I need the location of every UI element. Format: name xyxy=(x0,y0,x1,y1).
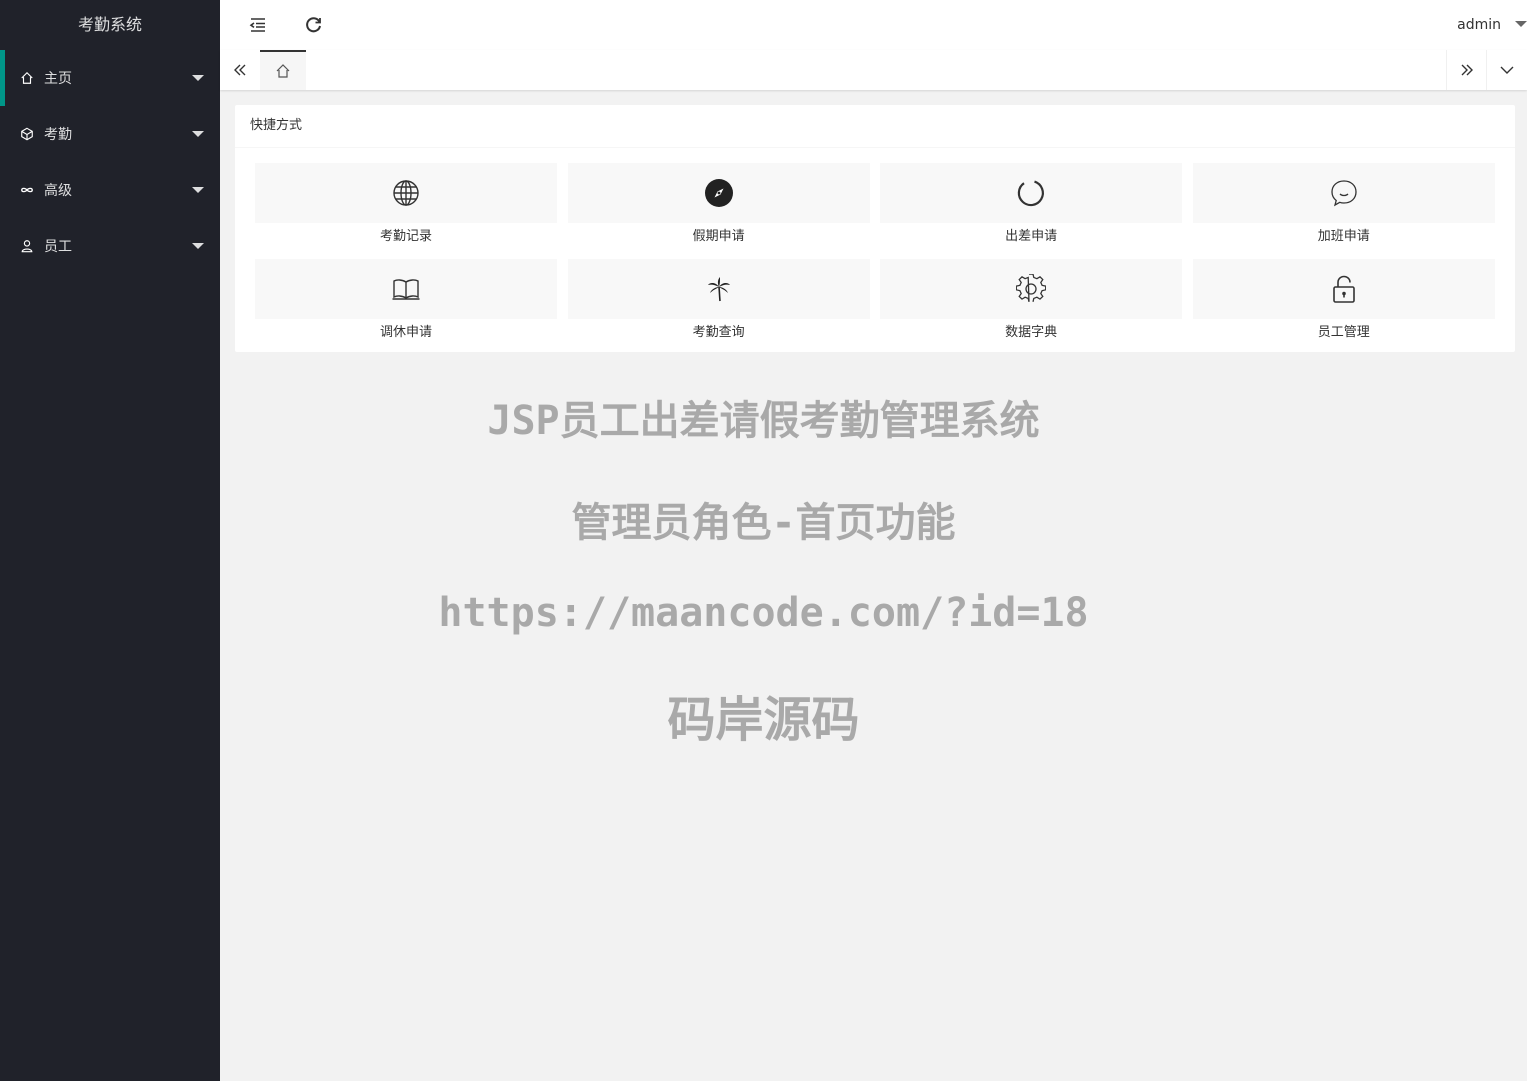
gear-icon xyxy=(1016,274,1047,302)
home-icon xyxy=(276,64,290,78)
shortcut-label: 加班申请 xyxy=(1317,229,1370,244)
home-icon xyxy=(20,71,34,85)
caret-down-icon xyxy=(192,75,204,81)
tabs-scroll-right-button[interactable] xyxy=(1446,50,1487,90)
palm-tree-icon xyxy=(707,277,730,302)
tabs-menu-button[interactable] xyxy=(1486,50,1527,90)
user-icon xyxy=(20,239,34,253)
cube-icon xyxy=(20,127,34,141)
caret-down-icon xyxy=(1515,21,1527,27)
username: admin xyxy=(1457,17,1501,33)
shortcut-attendance-query[interactable]: 考勤查询 xyxy=(567,259,870,341)
infinity-icon xyxy=(20,183,34,197)
compass-icon xyxy=(704,179,733,207)
shortcut-employee-management[interactable]: 员工管理 xyxy=(1192,259,1495,341)
loading-circle-icon xyxy=(1017,180,1045,207)
shortcuts-card: 快捷方式 考勤记录 假期申请 出差申请 加班申请 调休申请 考勤查询 数据字典 … xyxy=(235,105,1515,352)
sidebar-item-label: 主页 xyxy=(44,71,72,87)
top-header: admin xyxy=(220,0,1527,51)
chevron-down-icon xyxy=(1500,66,1514,74)
watermark-url: https://maancode.com/?id=18 xyxy=(438,590,1089,636)
shortcut-label: 考勤查询 xyxy=(692,325,745,340)
shortcut-business-trip[interactable]: 出差申请 xyxy=(880,163,1183,245)
sidebar-item-label: 高级 xyxy=(44,183,72,199)
shortcut-label: 调休申请 xyxy=(379,325,432,340)
caret-down-icon xyxy=(192,243,204,249)
collapse-sidebar-button[interactable] xyxy=(248,15,268,35)
book-icon xyxy=(392,279,420,300)
unlock-icon xyxy=(1332,275,1355,303)
tabs-scroll-left-button[interactable] xyxy=(220,50,261,90)
shortcut-label: 数据字典 xyxy=(1005,325,1058,340)
sidebar-item-label: 考勤 xyxy=(44,127,72,143)
app-logo: 考勤系统 xyxy=(77,15,142,34)
shortcut-label: 员工管理 xyxy=(1317,325,1370,340)
shortcut-leave-request[interactable]: 假期申请 xyxy=(567,163,870,245)
user-menu[interactable]: admin xyxy=(1457,0,1527,50)
watermark-brand: 码岸源码 xyxy=(667,692,860,748)
double-chevron-right-icon xyxy=(1461,64,1473,76)
sidebar-item-advanced[interactable]: 高级 xyxy=(0,162,220,218)
shortcut-label: 出差申请 xyxy=(1005,229,1058,244)
indent-icon xyxy=(249,18,265,32)
double-chevron-left-icon xyxy=(234,64,246,76)
caret-down-icon xyxy=(192,187,204,193)
shortcut-overtime[interactable]: 加班申请 xyxy=(1192,163,1495,245)
watermark-subtitle: 管理员角色-首页功能 xyxy=(571,500,956,546)
shortcut-grid: 考勤记录 假期申请 出差申请 加班申请 调休申请 考勤查询 数据字典 员工管理 xyxy=(255,163,1495,341)
shortcut-compensatory-leave[interactable]: 调休申请 xyxy=(255,259,557,341)
watermark-title: JSP员工出差请假考勤管理系统 xyxy=(487,398,1040,444)
caret-down-icon xyxy=(192,131,204,137)
shortcut-attendance-records[interactable]: 考勤记录 xyxy=(255,163,557,245)
shortcut-label: 考勤记录 xyxy=(379,229,432,244)
shortcut-data-dictionary[interactable]: 数据字典 xyxy=(880,259,1183,341)
shortcut-label: 假期申请 xyxy=(692,229,745,244)
sidebar-item-employee[interactable]: 员工 xyxy=(0,218,220,274)
tab-home[interactable] xyxy=(260,50,306,90)
sidebar: 考勤系统 主页 考勤 高级 员工 xyxy=(0,0,220,1081)
chat-bubble-icon xyxy=(1331,180,1357,207)
sidebar-item-home[interactable]: 主页 xyxy=(0,50,220,106)
refresh-button[interactable] xyxy=(304,15,324,35)
refresh-icon xyxy=(306,17,321,33)
card-title: 快捷方式 xyxy=(235,105,1515,148)
sidebar-item-attendance[interactable]: 考勤 xyxy=(0,106,220,162)
globe-icon xyxy=(393,180,419,206)
sidebar-item-label: 员工 xyxy=(44,239,72,255)
tabs-bar xyxy=(220,50,1527,90)
